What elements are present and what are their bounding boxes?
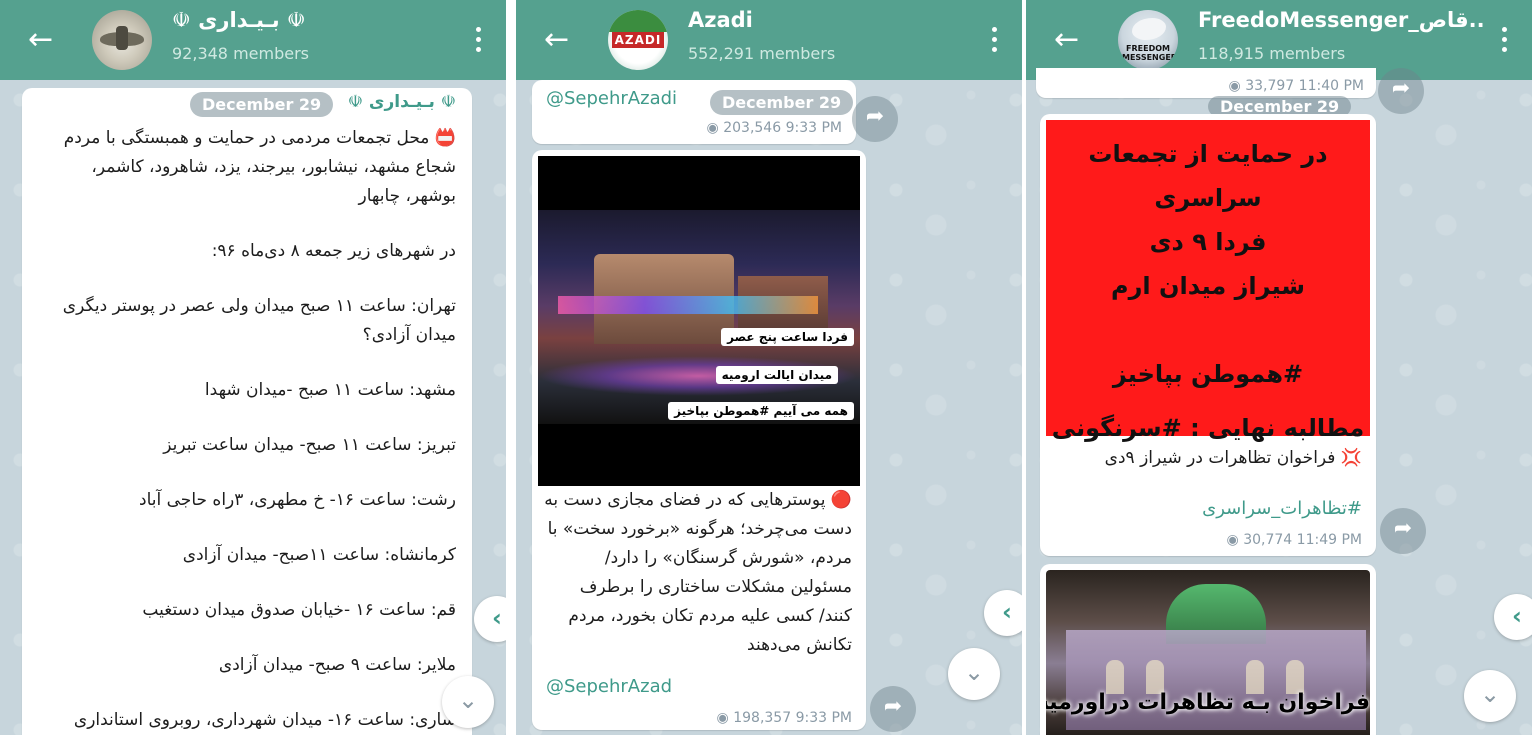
paragraph: مشهد: ساعت ۱۱ صبح -میدان شهدا [204, 380, 456, 400]
message-bubble[interactable]: فردا ساعت پنج عصر میدان ایالت ارومیه همه… [532, 150, 866, 730]
message-meta: ◉ 203,546 9:33 PM [707, 120, 842, 136]
paragraph: 📛 محل تجمعات مردمی در حمایت و همبستگی با… [63, 128, 456, 206]
paragraph: در شهرهای زیر جمعه ۸ دی‌ماه ۹۶: [211, 241, 456, 261]
poster-line: #هموطن بپاخیز [1112, 360, 1304, 388]
eye-icon: ◉ [706, 120, 719, 136]
channel-title[interactable]: Azadi [688, 8, 753, 32]
back-arrow-icon[interactable]: ← [28, 22, 64, 58]
lights-shape [558, 296, 818, 314]
paragraph: ملایر: ساعت ۹ صبح- میدان آزادی [218, 655, 456, 675]
message-bubble[interactable]: در حمایت از تجمعات سراسری فردا ۹ دی شیرا… [1040, 114, 1376, 556]
chevron-left-icon: ‹ [1002, 598, 1012, 626]
channel-link[interactable]: @SepehrAzad [546, 676, 672, 697]
message-photo[interactable]: فردا ساعت پنج عصر میدان ایالت ارومیه همه… [538, 156, 860, 486]
poster-line: شیراز میدان ارم [1111, 272, 1305, 300]
share-button[interactable]: ➦ [1378, 68, 1424, 114]
poster-line [1046, 308, 1370, 352]
message-bubble[interactable]: ☫ بـیـداری ☫ December 29 📛 محل تجمعات مر… [22, 88, 472, 735]
chevron-down-icon: ⌄ [457, 686, 479, 714]
message-meta: ◉ 30,774 11:49 PM [1227, 532, 1362, 548]
back-arrow-icon[interactable]: ← [544, 22, 580, 58]
faravahar-body-shape [116, 26, 128, 50]
chevron-down-icon: ⌄ [1479, 680, 1501, 708]
dove-shape [1132, 18, 1166, 40]
channel-avatar[interactable] [92, 10, 152, 70]
date-pill: December 29 [710, 90, 854, 115]
share-icon: ➦ [1393, 516, 1413, 541]
paragraph: تبریز: ساعت ۱۱ صبح- میدان ساعت تبریز [163, 435, 456, 455]
photo-caption: فراخوان بـه تظاهرات دراورمیه [1046, 690, 1370, 715]
members-count: 118,915 members [1198, 44, 1346, 63]
hashtag-link[interactable]: #تظاهرات_سراسری [1202, 498, 1362, 519]
scroll-down-button[interactable]: ⌄ [948, 648, 1000, 700]
share-button[interactable]: ➦ [852, 96, 898, 142]
scroll-down-button[interactable]: ⌄ [1464, 670, 1516, 722]
share-button[interactable]: ➦ [870, 686, 916, 732]
share-icon: ➦ [865, 104, 885, 129]
poster-line: در حمایت از تجمعات سراسری [1088, 140, 1328, 212]
paragraph: کرمانشاه: ساعت ۱۱صبح- میدان آزادی [182, 545, 456, 565]
share-icon: ➦ [1391, 76, 1411, 101]
message-time: 11:49 PM [1296, 532, 1362, 548]
image-tag: همه می آییم #هموطن بپاخیز [668, 402, 854, 420]
message-bubble[interactable]: فراخوان بـه تظاهرات دراورمیه [1040, 564, 1376, 735]
chevron-left-icon: ‹ [1512, 602, 1522, 630]
share-icon: ➦ [883, 694, 903, 719]
avatar-label: AZADI [612, 32, 664, 48]
views-count: 203,546 [723, 120, 782, 136]
chevron-down-icon: ⌄ [963, 658, 985, 686]
share-button[interactable]: ➦ [1380, 508, 1426, 554]
scroll-down-button[interactable]: ⌄ [442, 676, 494, 728]
eye-icon: ◉ [1228, 78, 1241, 94]
channel-title[interactable]: ☫ بـیـداری ☫ [172, 8, 306, 32]
message-time: 9:33 PM [785, 120, 842, 136]
image-tag: فردا ساعت پنج عصر [721, 328, 854, 346]
channel-avatar[interactable]: AZADI [608, 10, 668, 70]
members-count: 92,348 members [172, 44, 309, 63]
message-time: 11:40 PM [1298, 78, 1364, 94]
views-count: 30,774 [1243, 532, 1293, 548]
message-meta: ◉ 198,357 9:33 PM [717, 710, 852, 726]
more-menu-icon[interactable] [988, 24, 1000, 58]
paragraph: ساری: ساعت ۱۶- میدان شهرداری، روبروی است… [73, 710, 456, 730]
channel-title[interactable]: FreedoMessenger_قاص.. [1198, 8, 1485, 32]
side-panel-toggle[interactable]: ‹ [1494, 594, 1532, 640]
chat-header: ← ☫ بـیـداری ☫ 92,348 members [0, 0, 506, 80]
message-text: 💢 فراخوان تظاهرات در شیراز ۹دی [1104, 448, 1362, 468]
poster-line: فردا ۹ دی [1149, 228, 1267, 256]
message-bubble-tail[interactable]: ◉ 33,797 11:40 PM [1036, 68, 1376, 98]
channel-link[interactable]: @SepehrAzadi [546, 88, 677, 109]
side-panel-toggle[interactable]: ‹ [984, 590, 1022, 636]
date-pill: December 29 [190, 92, 334, 117]
more-menu-icon[interactable] [1498, 24, 1510, 58]
more-menu-icon[interactable] [472, 24, 484, 58]
avatar-label: FREEDOM MESSENGER [1122, 44, 1177, 62]
chat-panel-freedomessenger: ← FREEDOM MESSENGER FreedoMessenger_قاص.… [1026, 0, 1532, 735]
eye-icon: ◉ [716, 710, 729, 726]
message-time: 9:33 PM [795, 710, 852, 726]
message-text: 🔴 پوسترهایی که در فضای مجازی دست به دست … [544, 490, 852, 655]
message-meta: ◉ 33,797 11:40 PM [1229, 78, 1364, 94]
message-bubble[interactable]: @SepehrAzadi December 29 ◉ 203,546 9:33 … [532, 80, 856, 144]
message-author[interactable]: ☫ بـیـداری ☫ [348, 92, 456, 112]
eye-icon: ◉ [1226, 532, 1239, 548]
chat-panel-azadi: ← AZADI Azadi 552,291 members @SepehrAza… [516, 0, 1022, 735]
red-poster-image[interactable]: در حمایت از تجمعات سراسری فردا ۹ دی شیرا… [1046, 120, 1370, 442]
building-photo[interactable]: فراخوان بـه تظاهرات دراورمیه [1046, 570, 1370, 735]
paragraph: تهران: ساعت ۱۱ صبح میدان ولی عصر در پوست… [62, 296, 456, 345]
message-text: 📛 محل تجمعات مردمی در حمایت و همبستگی با… [36, 124, 456, 735]
views-count: 33,797 [1245, 78, 1295, 94]
chevron-left-icon: ‹ [492, 604, 502, 632]
back-arrow-icon[interactable]: ← [1054, 22, 1090, 58]
members-count: 552,291 members [688, 44, 836, 63]
views-count: 198,357 [733, 710, 792, 726]
image-tag: میدان ایالت ارومیه [715, 366, 838, 384]
paragraph: قم: ساعت ۱۶ -خیابان صدوق میدان دستغیب [142, 600, 456, 620]
paragraph: رشت: ساعت ۱۶- خ مطهری، ۳راه حاجی آباد [139, 490, 456, 510]
chat-panel-bidari: ← ☫ بـیـداری ☫ 92,348 members ☫ بـیـداری… [0, 0, 506, 735]
chat-header: ← AZADI Azadi 552,291 members [516, 0, 1022, 80]
channel-avatar[interactable]: FREEDOM MESSENGER [1118, 10, 1178, 70]
